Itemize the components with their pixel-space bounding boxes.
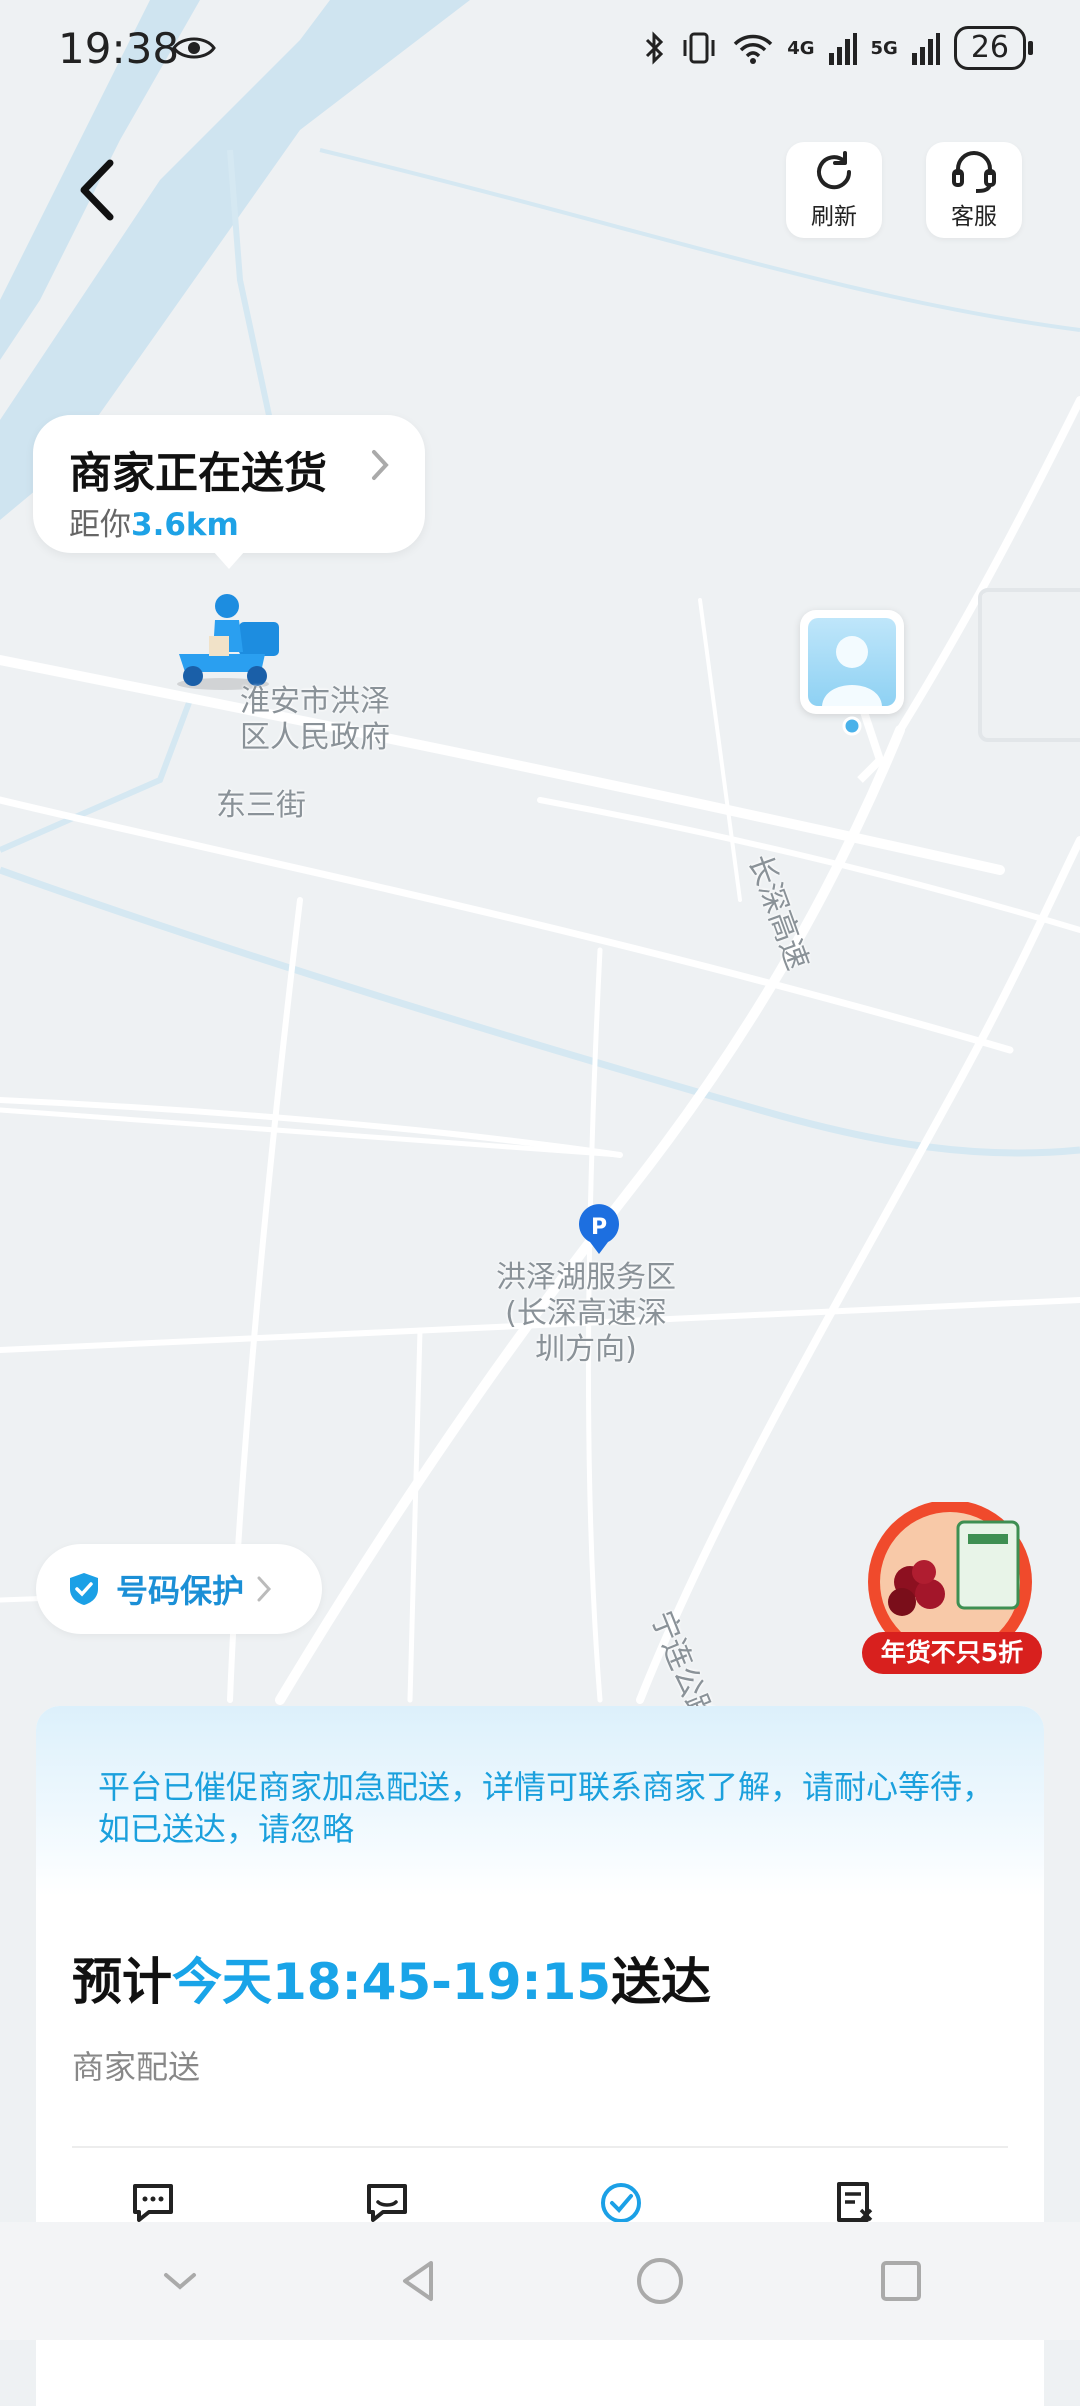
urge-notice: 平台已催促商家加急配送，详情可联系商家了解，请耐心等待，如已送达，请忽略 [36, 1706, 1044, 1896]
eye-icon [172, 37, 216, 59]
svg-text:P: P [591, 1215, 607, 1240]
chat-icon [367, 2184, 407, 2222]
action-row [36, 2180, 1044, 2226]
check-circle-icon [601, 2183, 641, 2223]
chat-icon [133, 2184, 173, 2222]
action-message-rider[interactable] [270, 2180, 504, 2226]
rider-distance: 距你3.6km [69, 499, 239, 544]
signal-icon [828, 33, 857, 65]
avatar [808, 618, 896, 706]
delivery-type: 商家配送 [72, 2048, 201, 2086]
delivery-scooter-icon [177, 594, 279, 690]
refresh-label: 刷新 [811, 204, 857, 230]
service-label: 客服 [951, 204, 997, 230]
clock: 19:38 [58, 24, 180, 73]
action-message-merchant[interactable] [36, 2180, 270, 2226]
number-protection-label: 号码保护 [116, 1572, 245, 1610]
map-label-street: 东三街 [216, 788, 306, 823]
wifi-icon [733, 34, 773, 64]
rider-status-bubble[interactable]: 商家正在送货 距你3.6km [33, 415, 425, 569]
number-protection-button[interactable]: 号码保护 [36, 1544, 322, 1634]
headset-icon [952, 151, 996, 193]
chevron-right-icon [372, 450, 389, 480]
eta-title: 预计今天18:45-19:15送达 [72, 1942, 711, 2014]
signal-icon-2 [911, 33, 940, 65]
receipt-cancel-icon [837, 2182, 873, 2222]
back-nav-icon[interactable] [395, 2257, 443, 2305]
recents-nav-icon[interactable] [877, 2257, 925, 2305]
battery-indicator: 26 [953, 26, 1034, 70]
home-nav-icon[interactable] [634, 2255, 686, 2307]
urge-notice-text: 平台已催促商家加急配送，详情可联系商家了解，请耐心等待，如已送达，请忽略 [98, 1768, 995, 1848]
promo-image [868, 1500, 1032, 1664]
eta-time: 今天18:45-19:15 [172, 1953, 612, 2011]
action-cancel-order[interactable] [738, 2180, 972, 2226]
promo-badge[interactable]: 年货不只5折 [858, 1500, 1044, 1678]
divider [72, 2146, 1008, 2148]
refresh-icon [817, 151, 852, 190]
distance-value: 3.6km [131, 507, 239, 543]
user-location-pin [800, 610, 904, 736]
status-bar: 19:38 4G 5G 26 [0, 0, 1080, 110]
network-5g: 5G [870, 37, 898, 59]
map-label-government: 淮安市洪泽 区人民政府 [240, 684, 390, 755]
eta-prefix: 预计 [72, 1953, 172, 2011]
chevron-right-icon [257, 1576, 272, 1602]
shield-check-icon [70, 1573, 98, 1605]
distance-prefix: 距你 [69, 507, 131, 543]
bluetooth-icon [646, 31, 664, 65]
promo-tag: 年货不只5折 [862, 1632, 1042, 1674]
map-label-service-area: 洪泽湖服务区 (长深高速深 圳方向) [496, 1260, 676, 1367]
rider-status-title: 商家正在送货 [69, 449, 327, 499]
action-confirm-received[interactable] [504, 2180, 738, 2226]
system-nav-bar [0, 2222, 1080, 2340]
refresh-button[interactable]: 刷新 [786, 142, 882, 238]
customer-service-button[interactable]: 客服 [926, 142, 1022, 238]
eta-suffix: 送达 [611, 1953, 712, 2011]
person-icon [822, 636, 882, 706]
parking-pin-icon: P [579, 1204, 619, 1254]
network-4g: 4G [787, 37, 815, 59]
hide-keyboard-icon[interactable] [156, 2257, 204, 2305]
vibrate-icon [683, 32, 715, 64]
back-arrow-icon[interactable] [70, 155, 130, 225]
pin-tail-icon [842, 716, 862, 736]
